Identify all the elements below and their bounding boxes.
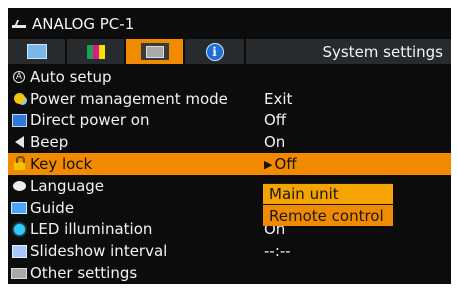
lock-icon <box>13 156 25 171</box>
language-icon <box>12 180 26 191</box>
settings-menu: A Auto setup Power management mode Exit … <box>8 66 451 284</box>
key-lock-value: Off <box>274 155 297 174</box>
menu-item-label: Direct power on <box>30 111 150 130</box>
led-icon <box>13 223 25 235</box>
auto-setup-icon: A <box>13 70 25 83</box>
source-title: ANALOG PC-1 <box>32 15 135 33</box>
menu-item-beep[interactable]: Beep On <box>8 131 451 153</box>
menu-item-value: Exit <box>264 89 293 108</box>
menu-item-key-lock[interactable]: Key lock ▶ Off <box>8 153 451 175</box>
menu-item-label: Language <box>30 176 105 195</box>
menu-item-label: Key lock <box>30 155 93 174</box>
menu-item-value: ▶ Off <box>264 153 297 175</box>
other-settings-icon <box>11 267 27 279</box>
menu-title: System settings <box>246 39 451 64</box>
menu-item-label: Guide <box>30 198 75 217</box>
menu-item-label: Auto setup <box>30 67 112 86</box>
menu-item-label: Power management mode <box>30 89 228 108</box>
menu-item-slideshow-interval[interactable]: Slideshow interval --:-- <box>8 240 451 262</box>
menu-tabs: i System settings <box>8 39 451 64</box>
tab-display[interactable] <box>8 39 65 64</box>
settings-icon <box>145 45 164 58</box>
color-icon <box>86 44 105 59</box>
info-icon: i <box>205 42 224 61</box>
power-management-icon <box>13 93 25 105</box>
menu-item-direct-power-on[interactable]: Direct power on Off <box>8 110 451 132</box>
menu-item-label: Slideshow interval <box>30 242 168 261</box>
selection-pointer-icon: ▶ <box>264 157 273 171</box>
option-main-unit[interactable]: Main unit <box>263 183 393 204</box>
projector-osd-screen: ANALOG PC-1 i System settings A Auto set… <box>8 8 451 284</box>
source-header: ANALOG PC-1 <box>12 11 134 37</box>
speaker-icon <box>14 136 24 149</box>
menu-item-value: On <box>264 133 286 152</box>
menu-item-auto-setup[interactable]: A Auto setup <box>8 66 451 88</box>
menu-item-label: Other settings <box>30 264 138 283</box>
option-remote-control[interactable]: Remote control <box>263 205 393 226</box>
tab-information[interactable]: i <box>185 39 244 64</box>
menu-item-value: --:-- <box>264 242 291 261</box>
menu-item-label: LED illumination <box>30 220 153 239</box>
tab-image-adjust[interactable] <box>67 39 124 64</box>
tab-system-settings[interactable] <box>126 39 183 64</box>
menu-item-label: Beep <box>30 133 69 152</box>
slideshow-icon <box>11 244 27 258</box>
menu-item-power-management-mode[interactable]: Power management mode Exit <box>8 88 451 110</box>
guide-icon <box>11 201 27 214</box>
key-lock-options-dropdown: Main unit Remote control <box>263 183 393 226</box>
menu-item-other-settings[interactable]: Other settings <box>8 262 451 284</box>
monitor-icon <box>26 44 47 59</box>
direct-power-icon <box>11 113 27 127</box>
analog-input-icon <box>12 19 26 29</box>
menu-item-value: Off <box>264 111 287 130</box>
